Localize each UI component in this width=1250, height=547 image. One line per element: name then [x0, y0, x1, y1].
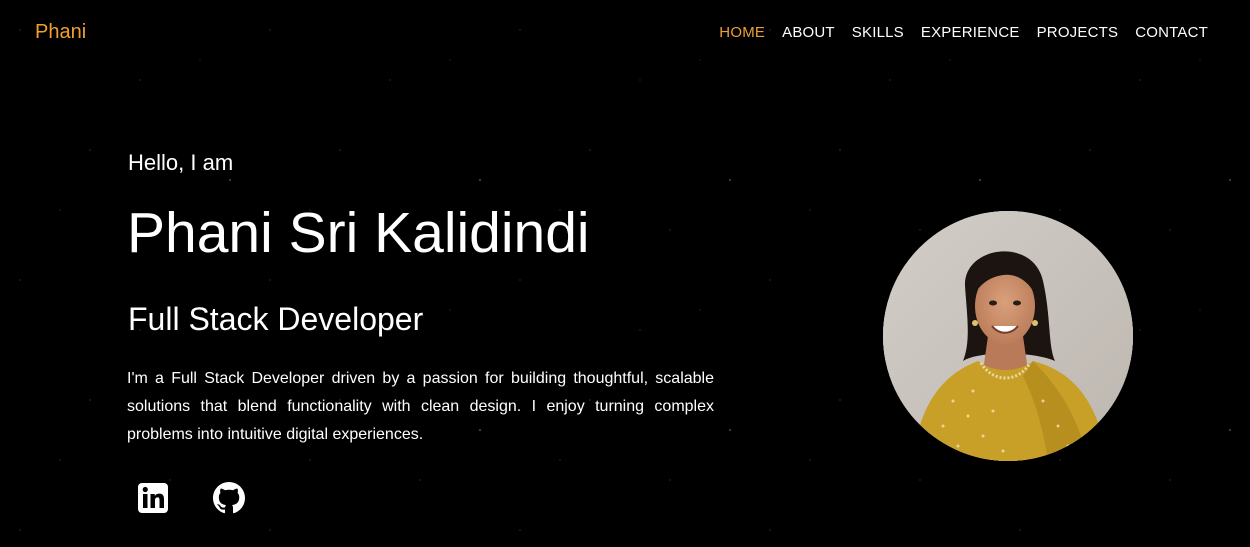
site-header: Phani HOME ABOUT SKILLS EXPERIENCE PROJE…: [0, 0, 1250, 64]
linkedin-link[interactable]: [137, 482, 169, 514]
nav-about[interactable]: ABOUT: [782, 24, 835, 41]
nav-skills[interactable]: SKILLS: [852, 24, 904, 41]
profile-photo: [883, 211, 1133, 461]
nav-home[interactable]: HOME: [719, 24, 765, 41]
site-logo[interactable]: Phani: [35, 21, 86, 44]
hero-name: Phani Sri Kalidindi: [127, 201, 590, 265]
github-icon: [213, 482, 245, 514]
profile-portrait: [883, 211, 1133, 461]
nav-projects[interactable]: PROJECTS: [1037, 24, 1119, 41]
hero-bio: I'm a Full Stack Developer driven by a p…: [127, 370, 714, 443]
hero-greeting: Hello, I am: [128, 150, 234, 175]
social-links: [137, 482, 245, 514]
hero-role: Full Stack Developer: [128, 301, 424, 337]
nav-contact[interactable]: CONTACT: [1135, 24, 1208, 41]
linkedin-icon: [138, 483, 168, 513]
github-link[interactable]: [213, 482, 245, 514]
main-nav: HOME ABOUT SKILLS EXPERIENCE PROJECTS CO…: [719, 24, 1208, 41]
nav-experience[interactable]: EXPERIENCE: [921, 24, 1020, 41]
